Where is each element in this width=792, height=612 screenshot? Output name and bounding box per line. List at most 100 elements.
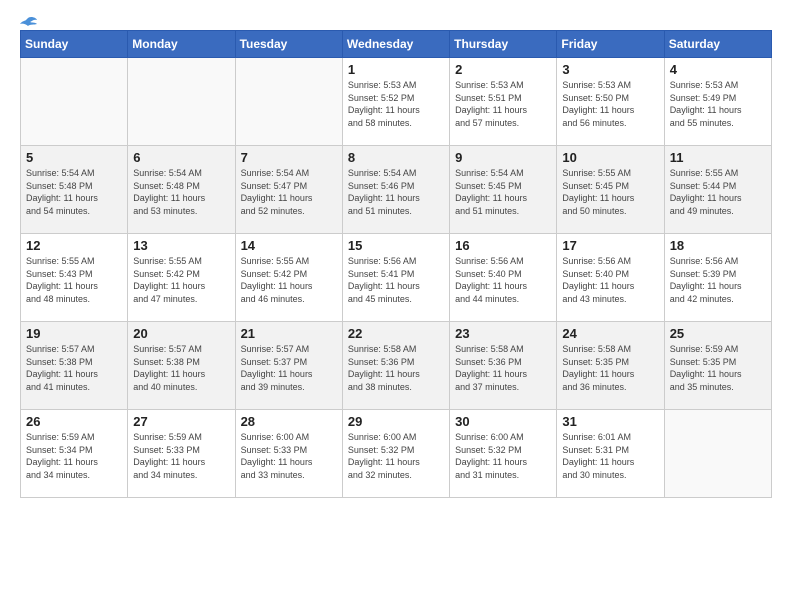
- day-info: Sunrise: 5:53 AM Sunset: 5:50 PM Dayligh…: [562, 79, 658, 129]
- weekday-header-tuesday: Tuesday: [235, 31, 342, 58]
- weekday-header-friday: Friday: [557, 31, 664, 58]
- weekday-header-thursday: Thursday: [450, 31, 557, 58]
- day-number: 21: [241, 326, 337, 341]
- day-number: 20: [133, 326, 229, 341]
- day-number: 17: [562, 238, 658, 253]
- day-info: Sunrise: 5:56 AM Sunset: 5:40 PM Dayligh…: [455, 255, 551, 305]
- calendar-cell: 18 Sunrise: 5:56 AM Sunset: 5:39 PM Dayli…: [664, 234, 771, 322]
- day-info: Sunrise: 5:57 AM Sunset: 5:37 PM Dayligh…: [241, 343, 337, 393]
- day-number: 5: [26, 150, 122, 165]
- calendar-cell: 21 Sunrise: 5:57 AM Sunset: 5:37 PM Dayli…: [235, 322, 342, 410]
- day-number: 28: [241, 414, 337, 429]
- calendar-cell: 14 Sunrise: 5:55 AM Sunset: 5:42 PM Dayli…: [235, 234, 342, 322]
- weekday-header-sunday: Sunday: [21, 31, 128, 58]
- calendar-cell: 3 Sunrise: 5:53 AM Sunset: 5:50 PM Daylig…: [557, 58, 664, 146]
- day-info: Sunrise: 5:55 AM Sunset: 5:43 PM Dayligh…: [26, 255, 122, 305]
- day-info: Sunrise: 5:58 AM Sunset: 5:36 PM Dayligh…: [455, 343, 551, 393]
- day-info: Sunrise: 6:00 AM Sunset: 5:33 PM Dayligh…: [241, 431, 337, 481]
- day-info: Sunrise: 5:57 AM Sunset: 5:38 PM Dayligh…: [26, 343, 122, 393]
- calendar-cell: 5 Sunrise: 5:54 AM Sunset: 5:48 PM Daylig…: [21, 146, 128, 234]
- day-number: 9: [455, 150, 551, 165]
- day-info: Sunrise: 5:55 AM Sunset: 5:45 PM Dayligh…: [562, 167, 658, 217]
- day-info: Sunrise: 5:59 AM Sunset: 5:33 PM Dayligh…: [133, 431, 229, 481]
- calendar-cell: 13 Sunrise: 5:55 AM Sunset: 5:42 PM Dayli…: [128, 234, 235, 322]
- calendar-cell: 26Sunrise: 5:59 AM Sunset: 5:34 PM Dayli…: [21, 410, 128, 498]
- day-info: Sunrise: 5:54 AM Sunset: 5:45 PM Dayligh…: [455, 167, 551, 217]
- calendar-cell: [128, 58, 235, 146]
- day-info: Sunrise: 5:54 AM Sunset: 5:47 PM Dayligh…: [241, 167, 337, 217]
- weekday-header-wednesday: Wednesday: [342, 31, 449, 58]
- day-number: 29: [348, 414, 444, 429]
- day-number: 19: [26, 326, 122, 341]
- day-number: 18: [670, 238, 766, 253]
- calendar-cell: 11 Sunrise: 5:55 AM Sunset: 5:44 PM Dayli…: [664, 146, 771, 234]
- day-number: 30: [455, 414, 551, 429]
- calendar-cell: 7Sunrise: 5:54 AM Sunset: 5:47 PM Daylig…: [235, 146, 342, 234]
- day-info: Sunrise: 6:01 AM Sunset: 5:31 PM Dayligh…: [562, 431, 658, 481]
- calendar-cell: [664, 410, 771, 498]
- weekday-header-saturday: Saturday: [664, 31, 771, 58]
- day-number: 25: [670, 326, 766, 341]
- calendar-cell: 17 Sunrise: 5:56 AM Sunset: 5:40 PM Dayli…: [557, 234, 664, 322]
- calendar-cell: 4Sunrise: 5:53 AM Sunset: 5:49 PM Daylig…: [664, 58, 771, 146]
- calendar-week-4: 19 Sunrise: 5:57 AM Sunset: 5:38 PM Dayli…: [21, 322, 772, 410]
- calendar-cell: 16Sunrise: 5:56 AM Sunset: 5:40 PM Dayli…: [450, 234, 557, 322]
- day-number: 14: [241, 238, 337, 253]
- day-number: 15: [348, 238, 444, 253]
- calendar-cell: 2 Sunrise: 5:53 AM Sunset: 5:51 PM Daylig…: [450, 58, 557, 146]
- calendar-cell: 22 Sunrise: 5:58 AM Sunset: 5:36 PM Dayli…: [342, 322, 449, 410]
- day-number: 22: [348, 326, 444, 341]
- day-info: Sunrise: 5:53 AM Sunset: 5:51 PM Dayligh…: [455, 79, 551, 129]
- weekday-header-monday: Monday: [128, 31, 235, 58]
- calendar-cell: [21, 58, 128, 146]
- day-info: Sunrise: 5:56 AM Sunset: 5:39 PM Dayligh…: [670, 255, 766, 305]
- day-info: Sunrise: 5:58 AM Sunset: 5:36 PM Dayligh…: [348, 343, 444, 393]
- header-row: SundayMondayTuesdayWednesdayThursdayFrid…: [21, 31, 772, 58]
- day-info: Sunrise: 5:56 AM Sunset: 5:41 PM Dayligh…: [348, 255, 444, 305]
- calendar-cell: 31Sunrise: 6:01 AM Sunset: 5:31 PM Dayli…: [557, 410, 664, 498]
- day-number: 2: [455, 62, 551, 77]
- day-info: Sunrise: 5:59 AM Sunset: 5:34 PM Dayligh…: [26, 431, 122, 481]
- day-info: Sunrise: 5:54 AM Sunset: 5:48 PM Dayligh…: [133, 167, 229, 217]
- calendar-cell: 9 Sunrise: 5:54 AM Sunset: 5:45 PM Daylig…: [450, 146, 557, 234]
- day-info: Sunrise: 5:57 AM Sunset: 5:38 PM Dayligh…: [133, 343, 229, 393]
- calendar-cell: 6 Sunrise: 5:54 AM Sunset: 5:48 PM Daylig…: [128, 146, 235, 234]
- calendar-cell: 23 Sunrise: 5:58 AM Sunset: 5:36 PM Dayli…: [450, 322, 557, 410]
- day-info: Sunrise: 5:56 AM Sunset: 5:40 PM Dayligh…: [562, 255, 658, 305]
- day-number: 12: [26, 238, 122, 253]
- calendar-cell: 24 Sunrise: 5:58 AM Sunset: 5:35 PM Dayli…: [557, 322, 664, 410]
- day-number: 1: [348, 62, 444, 77]
- calendar-cell: 15 Sunrise: 5:56 AM Sunset: 5:41 PM Dayli…: [342, 234, 449, 322]
- calendar-week-5: 26Sunrise: 5:59 AM Sunset: 5:34 PM Dayli…: [21, 410, 772, 498]
- calendar-cell: 1 Sunrise: 5:53 AM Sunset: 5:52 PM Daylig…: [342, 58, 449, 146]
- day-number: 11: [670, 150, 766, 165]
- day-number: 24: [562, 326, 658, 341]
- calendar-cell: 28 Sunrise: 6:00 AM Sunset: 5:33 PM Dayli…: [235, 410, 342, 498]
- calendar-cell: 27 Sunrise: 5:59 AM Sunset: 5:33 PM Dayli…: [128, 410, 235, 498]
- day-number: 8: [348, 150, 444, 165]
- day-info: Sunrise: 5:55 AM Sunset: 5:44 PM Dayligh…: [670, 167, 766, 217]
- calendar-cell: 10 Sunrise: 5:55 AM Sunset: 5:45 PM Dayli…: [557, 146, 664, 234]
- calendar-cell: 12 Sunrise: 5:55 AM Sunset: 5:43 PM Dayli…: [21, 234, 128, 322]
- day-number: 6: [133, 150, 229, 165]
- day-number: 3: [562, 62, 658, 77]
- calendar-cell: 8Sunrise: 5:54 AM Sunset: 5:46 PM Daylig…: [342, 146, 449, 234]
- day-number: 27: [133, 414, 229, 429]
- calendar-cell: [235, 58, 342, 146]
- calendar-cell: 30 Sunrise: 6:00 AM Sunset: 5:32 PM Dayli…: [450, 410, 557, 498]
- day-info: Sunrise: 5:55 AM Sunset: 5:42 PM Dayligh…: [241, 255, 337, 305]
- calendar-week-3: 12 Sunrise: 5:55 AM Sunset: 5:43 PM Dayli…: [21, 234, 772, 322]
- day-info: Sunrise: 5:58 AM Sunset: 5:35 PM Dayligh…: [562, 343, 658, 393]
- day-number: 4: [670, 62, 766, 77]
- day-number: 23: [455, 326, 551, 341]
- calendar-cell: 20 Sunrise: 5:57 AM Sunset: 5:38 PM Dayli…: [128, 322, 235, 410]
- day-info: Sunrise: 5:53 AM Sunset: 5:52 PM Dayligh…: [348, 79, 444, 129]
- calendar-week-2: 5 Sunrise: 5:54 AM Sunset: 5:48 PM Daylig…: [21, 146, 772, 234]
- calendar-table: SundayMondayTuesdayWednesdayThursdayFrid…: [20, 30, 772, 498]
- day-number: 13: [133, 238, 229, 253]
- day-info: Sunrise: 5:54 AM Sunset: 5:48 PM Dayligh…: [26, 167, 122, 217]
- day-info: Sunrise: 6:00 AM Sunset: 5:32 PM Dayligh…: [455, 431, 551, 481]
- day-number: 10: [562, 150, 658, 165]
- logo-bird-icon: [18, 16, 38, 32]
- day-info: Sunrise: 5:55 AM Sunset: 5:42 PM Dayligh…: [133, 255, 229, 305]
